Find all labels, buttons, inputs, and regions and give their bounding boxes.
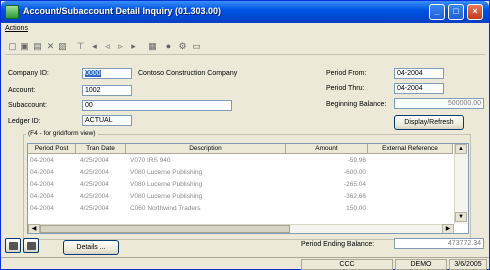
- company-id-value: 0000: [85, 70, 101, 77]
- display-refresh-button[interactable]: Display/Refresh: [394, 115, 464, 130]
- account-field[interactable]: 1002: [82, 85, 132, 96]
- next-icon[interactable]: ▹: [115, 41, 126, 52]
- cell-description: V080 Lucerne Publishing: [130, 169, 203, 176]
- col-amount[interactable]: Amount: [286, 144, 368, 154]
- cell-period-post: 04-2004: [30, 181, 54, 188]
- vertical-scrollbar[interactable]: ▲ ▼: [454, 144, 468, 224]
- cell-amount: -362.66: [343, 193, 366, 200]
- first-icon[interactable]: ◂: [89, 41, 100, 52]
- last-icon[interactable]: ▸: [128, 41, 139, 52]
- cell-amount: -600.00: [343, 169, 366, 176]
- close-button[interactable]: ×: [467, 4, 483, 20]
- detail-grid[interactable]: Period Post Tran Date Description Amount…: [27, 143, 469, 234]
- cell-description: V070 IRS 940: [130, 157, 171, 164]
- cell-description: C060 Northwind Traders: [130, 205, 201, 212]
- cell-tran-date: 4/25/2004: [80, 157, 109, 164]
- cell-tran-date: 4/25/2004: [80, 169, 109, 176]
- cell-tran-date: 4/25/2004: [80, 205, 109, 212]
- save-icon[interactable]: ▣: [19, 41, 30, 52]
- screen-icon[interactable]: ▭: [191, 41, 202, 52]
- cell-period-post: 04-2004: [30, 205, 54, 212]
- table-row[interactable]: 04-2004 4/25/2004 V080 Lucerne Publishin…: [28, 180, 453, 190]
- note-icon: [9, 242, 18, 250]
- status-date: 3/6/2005: [449, 259, 487, 270]
- customize-icon[interactable]: ⚙: [177, 41, 188, 52]
- cell-amount: -265.04: [343, 181, 366, 188]
- cell-period-post: 04-2004: [30, 157, 54, 164]
- cell-amount: -59.96: [347, 157, 366, 164]
- toolbar: ▢ ▣ ▤ ✕ ▧ ⊤ ◂ ◃ ▹ ▸ ▦ ● ⚙ ▭: [5, 39, 485, 55]
- company-id-label: Company ID:: [8, 70, 49, 77]
- status-database: DEMO: [395, 259, 447, 270]
- scroll-up-icon[interactable]: ▲: [455, 144, 467, 154]
- cell-amount: 150.00: [346, 205, 366, 212]
- cell-external-reference: [370, 168, 450, 178]
- beginning-balance-field: 500000.00: [394, 98, 484, 109]
- scroll-left-icon[interactable]: ◀: [28, 224, 40, 233]
- cell-description: V080 Lucerne Publishing: [130, 181, 203, 188]
- subaccount-field[interactable]: 00: [82, 100, 232, 111]
- cell-tran-date: 4/25/2004: [80, 193, 109, 200]
- cut-icon[interactable]: ▧: [57, 41, 68, 52]
- table-row[interactable]: 04-2004 4/25/2004 V080 Lucerne Publishin…: [28, 192, 453, 202]
- cell-period-post: 04-2004: [30, 193, 54, 200]
- cell-external-reference: [370, 156, 450, 166]
- scroll-right-icon[interactable]: ▶: [442, 224, 454, 233]
- beginning-balance-label: Beginning Balance:: [326, 101, 387, 108]
- inquiry-window: Account/Subaccount Detail Inquiry (01.30…: [0, 0, 490, 270]
- delete-icon[interactable]: ✕: [45, 41, 56, 52]
- period-thru-label: Period Thru:: [326, 85, 365, 92]
- horizontal-scroll-thumb[interactable]: [40, 225, 290, 233]
- printer-icon: [27, 242, 36, 250]
- note-button[interactable]: [5, 238, 21, 253]
- period-thru-field[interactable]: 04-2004: [394, 83, 444, 94]
- ledger-id-field[interactable]: ACTUAL: [82, 115, 132, 126]
- cell-description: V080 Lucerne Publishing: [130, 193, 203, 200]
- subaccount-label: Subaccount:: [8, 102, 47, 109]
- account-label: Account:: [8, 87, 36, 94]
- col-period-post[interactable]: Period Post: [28, 144, 76, 154]
- horizontal-scrollbar[interactable]: ◀ ▶: [28, 224, 454, 233]
- window-title: Account/Subaccount Detail Inquiry (01.30…: [23, 6, 222, 16]
- details-button[interactable]: Details ...: [63, 240, 119, 255]
- maximize-button[interactable]: □: [448, 4, 464, 20]
- cell-external-reference: [370, 180, 450, 190]
- status-company: CCC: [301, 259, 393, 270]
- status-bar: CCC DEMO 3/6/2005: [1, 257, 489, 270]
- table-row[interactable]: 04-2004 4/25/2004 V070 IRS 940 -59.96: [28, 156, 453, 166]
- title-bar[interactable]: Account/Subaccount Detail Inquiry (01.30…: [1, 1, 489, 23]
- col-description[interactable]: Description: [126, 144, 286, 154]
- col-external-reference[interactable]: External Reference: [368, 144, 453, 154]
- grid-caption: (F4 - for grid/form view): [26, 130, 98, 137]
- print-button[interactable]: [23, 238, 39, 253]
- copy-icon[interactable]: ▤: [32, 41, 43, 52]
- period-from-field[interactable]: 04-2004: [394, 68, 444, 79]
- print-icon[interactable]: ▦: [147, 41, 158, 52]
- period-ending-balance-field: 473772.34: [394, 238, 484, 249]
- col-tran-date[interactable]: Tran Date: [76, 144, 126, 154]
- period-ending-balance-label: Period Ending Balance:: [301, 241, 375, 248]
- filter-icon[interactable]: ⊤: [75, 41, 86, 52]
- help-icon[interactable]: ●: [163, 41, 174, 52]
- company-id-field[interactable]: 0000: [82, 68, 132, 79]
- scroll-down-icon[interactable]: ▼: [455, 212, 467, 222]
- cell-external-reference: [370, 204, 450, 214]
- app-icon: [5, 5, 19, 19]
- prev-icon[interactable]: ◃: [102, 41, 113, 52]
- cell-period-post: 04-2004: [30, 169, 54, 176]
- ledger-id-label: Ledger ID:: [8, 118, 41, 125]
- new-icon[interactable]: ▢: [7, 41, 18, 52]
- minimize-button[interactable]: _: [429, 4, 445, 20]
- menu-actions[interactable]: Actions: [5, 25, 28, 32]
- table-row[interactable]: 04-2004 4/25/2004 V080 Lucerne Publishin…: [28, 168, 453, 178]
- menu-bar: Actions: [5, 25, 28, 37]
- grid-header: Period Post Tran Date Description Amount…: [28, 144, 453, 154]
- cell-external-reference: [370, 192, 450, 202]
- cell-tran-date: 4/25/2004: [80, 181, 109, 188]
- company-name: Contoso Construction Company: [138, 70, 238, 77]
- period-from-label: Period From:: [326, 70, 367, 77]
- table-row[interactable]: 04-2004 4/25/2004 C060 Northwind Traders…: [28, 204, 453, 214]
